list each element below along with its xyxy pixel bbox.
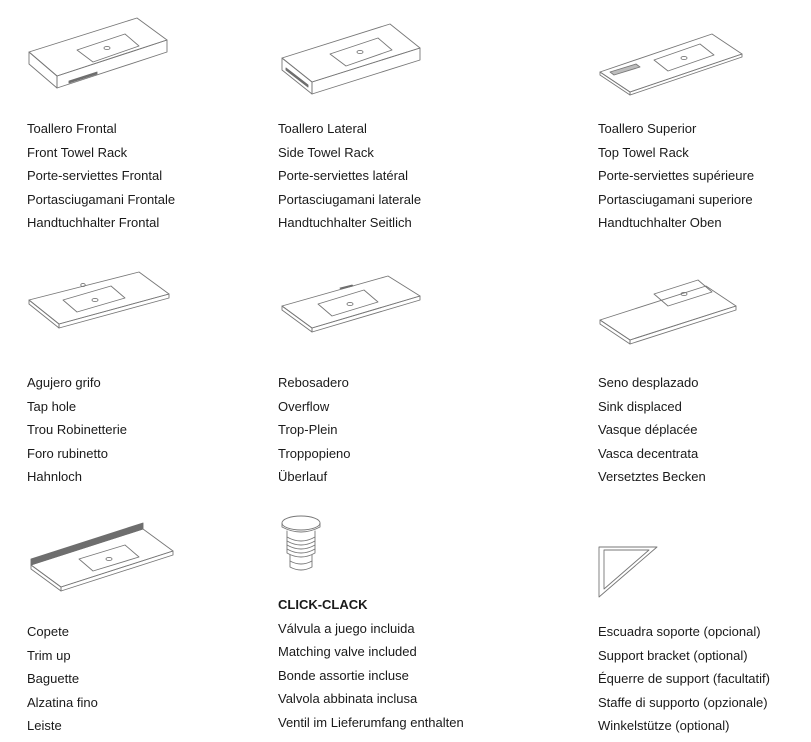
line-2: Front Towel Rack <box>27 144 128 160</box>
line-2: Overflow <box>278 398 330 414</box>
line-3: Baguette <box>27 671 80 686</box>
line-4: Staffe di supporto (opzionale) <box>598 694 768 710</box>
line-1: Agujero grifo <box>27 375 101 390</box>
line-3: Trou Robinetterie <box>27 422 127 437</box>
line-1: Copete <box>27 624 69 639</box>
line-3: Trop-Plein <box>278 422 338 437</box>
line-2: Tap hole <box>27 398 77 414</box>
side-towel-rack-sink-icon <box>281 23 421 95</box>
line-3: Porte-serviettes latéral <box>278 168 409 183</box>
line-5: Ventil im Lieferumfang enthalten <box>278 714 464 730</box>
line-4: Portasciugamani superiore <box>598 191 753 207</box>
line-3: Porte-serviettes Frontal <box>27 168 163 183</box>
line-1: Seno desplazado <box>598 375 699 390</box>
click-clack-valve-icon <box>281 515 321 571</box>
line-5: Versetztes Becken <box>598 469 706 484</box>
line-4: Valvola abbinata inclusa <box>278 691 418 706</box>
tap-hole-sink-icon <box>28 271 170 329</box>
line-2: Trim up <box>27 647 71 663</box>
line-1: Toallero Superior <box>598 121 697 136</box>
line-4: Foro rubinetto <box>27 445 108 461</box>
line-5: Überlauf <box>278 469 328 484</box>
line-1: Escuadra soporte (opcional) <box>598 624 761 639</box>
line-2: Matching valve included <box>278 644 417 659</box>
line-3: Vasque déplacée <box>598 422 698 437</box>
displaced-sink-icon <box>599 279 737 345</box>
line-1: Válvula a juego incluida <box>278 620 415 636</box>
line-3: Équerre de support (facultatif) <box>598 671 770 686</box>
line-4: Troppopieno <box>278 445 351 461</box>
overflow-sink-icon <box>281 275 421 333</box>
line-1: Toallero Lateral <box>278 121 367 136</box>
line-4: Vasca decentrata <box>598 445 699 461</box>
line-1: Toallero Frontal <box>27 121 117 136</box>
front-towel-rack-sink-icon <box>28 17 168 89</box>
line-4: Portasciugamani laterale <box>278 191 422 207</box>
line-1: Rebosadero <box>278 375 349 390</box>
line-2: Top Towel Rack <box>598 144 689 160</box>
line-2: Support bracket (optional) <box>598 647 748 663</box>
line-2: Side Towel Rack <box>278 144 374 160</box>
line-4: Portasciugamani Frontale <box>27 191 176 207</box>
line-3: Porte-serviettes supérieure <box>598 168 755 183</box>
support-bracket-icon <box>598 546 658 598</box>
line-5: Handtuchhalter Seitlich <box>278 215 412 230</box>
line-5: Winkelstütze (optional) <box>598 718 730 733</box>
line-5: Handtuchhalter Frontal <box>27 215 160 230</box>
brand-title: CLICK-CLACK <box>278 597 368 612</box>
line-4: Alzatina fino <box>27 694 98 710</box>
line-3: Bonde assortie incluse <box>278 667 409 683</box>
line-5: Hahnloch <box>27 469 82 484</box>
line-5: Handtuchhalter Oben <box>598 215 722 230</box>
trim-up-sink-icon <box>30 522 174 592</box>
line-5: Leiste <box>27 718 62 733</box>
top-towel-rack-sink-icon <box>599 33 743 96</box>
line-2: Sink displaced <box>598 398 682 414</box>
